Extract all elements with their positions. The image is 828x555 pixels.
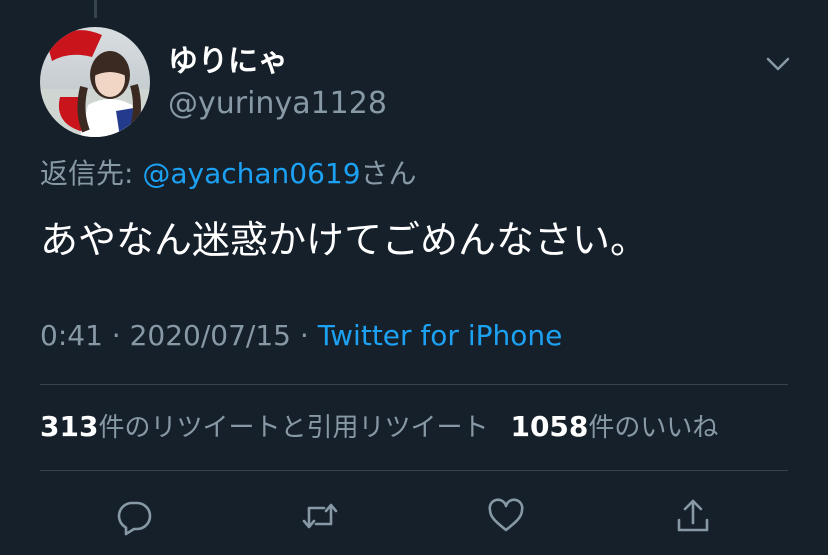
reply-icon <box>117 501 152 536</box>
tweet-date: 2020/07/15 <box>129 319 291 352</box>
thread-connector-line <box>94 0 97 18</box>
reply-mention-link[interactable]: @ayachan0619 <box>142 157 360 190</box>
retweet-icon <box>302 503 338 529</box>
retweets-label: 件のリツイートと引用リツイート <box>98 413 489 443</box>
chevron-down-icon[interactable] <box>764 50 792 78</box>
tweet-time: 0:41 <box>40 319 103 352</box>
retweet-button[interactable] <box>300 496 340 536</box>
divider <box>40 384 788 385</box>
like-icon <box>488 498 524 532</box>
retweets-stat[interactable]: 313件のリツイートと引用リツイート <box>40 410 489 443</box>
likes-stat[interactable]: 1058件のいいね <box>510 410 719 443</box>
tweet-meta: 0:41 · 2020/07/15 · Twitter for iPhone <box>40 319 562 353</box>
display-name[interactable]: ゆりにゃ <box>168 44 288 80</box>
likes-count: 1058 <box>510 410 589 443</box>
meta-separator: · <box>102 319 130 352</box>
avatar-image <box>40 27 150 137</box>
reply-suffix: さん <box>360 157 417 190</box>
reply-prefix: 返信先: <box>40 157 143 190</box>
tweet-stats: 313件のリツイートと引用リツイート 1058件のいいね <box>40 410 718 445</box>
meta-separator: · <box>290 319 318 352</box>
tweet-source-link[interactable]: Twitter for iPhone <box>318 319 563 352</box>
retweets-count: 313 <box>40 410 99 443</box>
avatar[interactable] <box>40 27 150 137</box>
reply-to-line: 返信先: @ayachan0619さん <box>40 157 417 191</box>
tweet-text: あやなん迷惑かけてごめんなさい。 <box>40 218 649 262</box>
user-handle[interactable]: @yurinya1128 <box>168 86 387 122</box>
reply-button[interactable] <box>114 496 154 536</box>
share-icon <box>677 499 709 532</box>
divider <box>40 470 788 471</box>
like-button[interactable] <box>486 496 526 536</box>
share-button[interactable] <box>673 496 713 536</box>
likes-label: 件のいいね <box>588 413 719 443</box>
